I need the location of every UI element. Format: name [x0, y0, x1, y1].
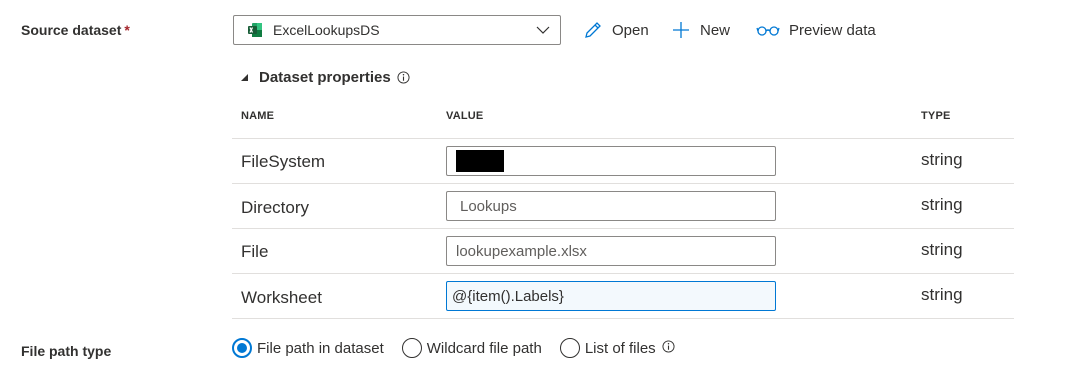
radio-label: Wildcard file path	[426, 339, 542, 357]
source-dataset-dropdown[interactable]: ExcelLookupsDS	[233, 15, 561, 45]
open-button[interactable]: Open	[583, 20, 649, 40]
new-button[interactable]: New	[671, 20, 730, 40]
info-icon[interactable]	[397, 71, 410, 84]
column-header-type: TYPE	[921, 110, 951, 122]
table-divider	[232, 273, 1014, 274]
required-mark: *	[124, 22, 130, 38]
source-dataset-label: Source dataset *	[21, 22, 130, 38]
preview-data-label: Preview data	[789, 21, 876, 39]
file-path-type-label: File path type	[21, 343, 112, 359]
file-path-type-radio-group: File path in dataset Wildcard file path …	[232, 338, 675, 358]
directory-value-input[interactable]: Lookups	[446, 191, 776, 221]
radio-unselected-icon	[401, 338, 422, 358]
radio-wildcard-file-path[interactable]: Wildcard file path	[401, 338, 542, 358]
glasses-icon	[756, 26, 780, 36]
column-header-value: VALUE	[446, 110, 484, 122]
property-type-directory: string	[921, 195, 963, 214]
property-name-directory: Directory	[241, 198, 310, 217]
table-divider	[232, 228, 1014, 229]
radio-unselected-icon	[559, 338, 580, 358]
info-icon[interactable]	[662, 339, 675, 353]
new-button-label: New	[700, 21, 731, 39]
pencil-icon	[585, 22, 601, 38]
redacted-value	[456, 150, 504, 172]
file-value: lookupexample.xlsx	[456, 242, 587, 260]
radio-list-of-files[interactable]: List of files	[559, 338, 656, 358]
radio-file-path-in-dataset[interactable]: File path in dataset	[232, 338, 384, 358]
excel-icon	[248, 23, 262, 37]
directory-value: Lookups	[460, 197, 517, 215]
property-name-worksheet: Worksheet	[241, 288, 322, 307]
property-type-filesystem: string	[921, 150, 963, 169]
dataset-properties-title: Dataset properties	[259, 69, 391, 86]
radio-selected-icon	[232, 338, 252, 358]
dataset-properties-toggle[interactable]: Dataset properties	[240, 69, 410, 86]
filesystem-value-input[interactable]	[446, 146, 776, 176]
dropdown-selected-value: ExcelLookupsDS	[273, 22, 380, 38]
column-header-name: NAME	[241, 110, 275, 122]
property-name-filesystem: FileSystem	[241, 152, 326, 171]
preview-data-button[interactable]: Preview data	[756, 20, 876, 40]
radio-label: List of files	[584, 339, 656, 357]
table-divider	[232, 183, 1014, 184]
worksheet-value-input[interactable]: @{item().Labels}	[446, 281, 776, 311]
radio-label: File path in dataset	[257, 339, 384, 357]
source-dataset-label-text: Source dataset	[21, 22, 122, 38]
property-type-worksheet: string	[921, 285, 963, 304]
open-button-label: Open	[612, 21, 649, 39]
worksheet-value: @{item().Labels}	[452, 287, 564, 305]
table-divider	[232, 318, 1014, 319]
collapse-triangle-icon	[241, 73, 248, 81]
chevron-down-icon	[536, 26, 550, 34]
property-name-file: File	[241, 242, 269, 261]
property-type-file: string	[921, 240, 963, 259]
plus-icon	[673, 22, 689, 38]
file-value-input[interactable]: lookupexample.xlsx	[446, 236, 776, 266]
table-divider	[232, 138, 1014, 139]
